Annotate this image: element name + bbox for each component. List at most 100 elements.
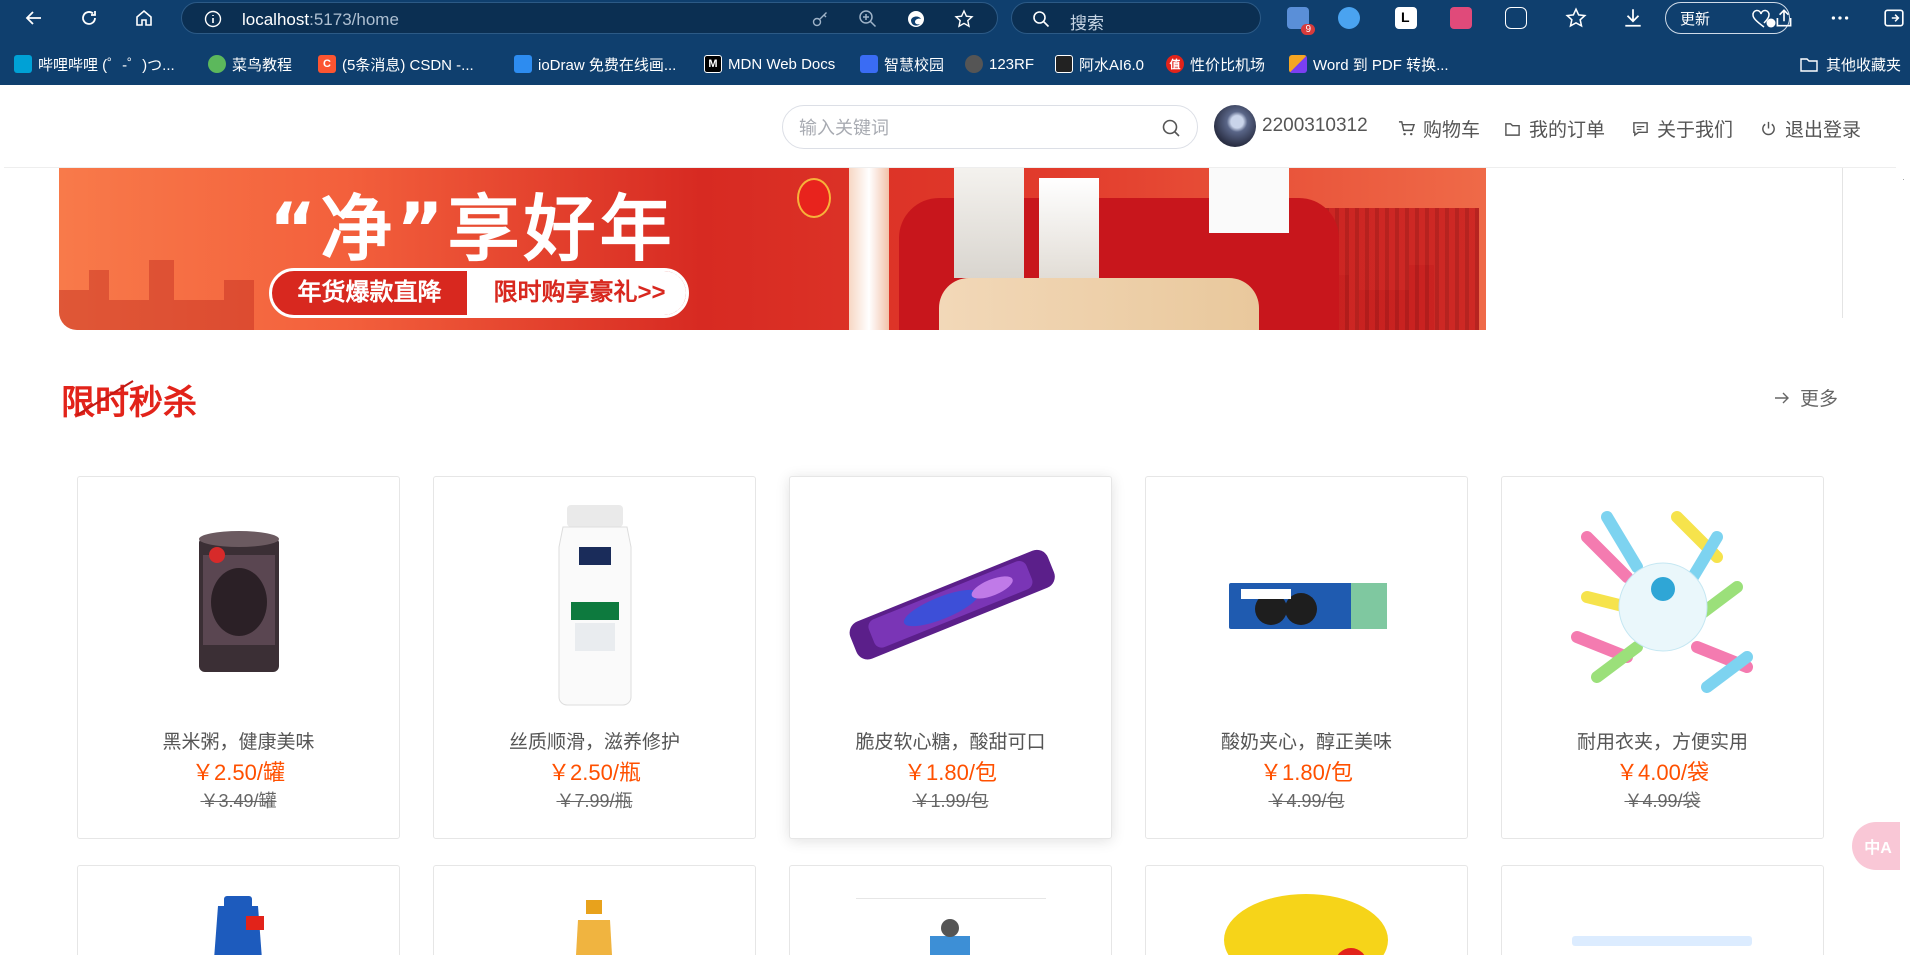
more-label: 更多: [1800, 389, 1839, 410]
scroll-up-icon[interactable]: [1902, 173, 1904, 183]
star-icon[interactable]: [954, 9, 974, 29]
bookmark-item[interactable]: 哔哩哔哩 (゜-゜)つ...: [14, 53, 175, 75]
csdn-icon: C: [318, 55, 336, 73]
reload-button[interactable]: [75, 4, 103, 32]
bookmark-item[interactable]: 123RF: [965, 53, 1034, 75]
product-price: ￥1.80/包: [904, 760, 997, 785]
product-image: [214, 896, 264, 955]
url-text: localhost:5173/home: [242, 10, 399, 29]
product-name: 脆皮软心糖，酸甜可口: [855, 732, 1046, 753]
product-card[interactable]: [789, 865, 1112, 955]
avatar[interactable]: [1214, 105, 1256, 147]
product-card[interactable]: 黑米粥，健康美味 ￥2.50/罐 ￥3.49/罐: [77, 476, 400, 839]
download-icon[interactable]: [1622, 7, 1644, 29]
product-image: [930, 919, 970, 955]
banner-slogan: “净”享好年: [269, 187, 676, 271]
bookmark-item[interactable]: Word 到 PDF 转换...: [1289, 53, 1449, 75]
other-bookmarks-folder[interactable]: 其他收藏夹: [1800, 53, 1901, 75]
strike-decoration: [76, 380, 134, 416]
edge-icon[interactable]: [906, 9, 926, 29]
banner-pillar-decoration: [849, 168, 889, 330]
nav-logout[interactable]: 退出登录: [1760, 115, 1861, 142]
bookmark-item[interactable]: 阿水AI6.0: [1055, 53, 1144, 75]
nav-orders[interactable]: 我的订单: [1504, 115, 1605, 142]
sidebar-toggle-icon[interactable]: [1883, 7, 1905, 29]
zoom-icon[interactable]: [858, 9, 878, 29]
more-link[interactable]: 更多: [1774, 384, 1838, 411]
web-page: “净”享好年 年货爆款直降 限时购享豪礼>> 2200310312 购物车 我的…: [4, 85, 1904, 955]
bookmark-item[interactable]: C (5条消息) CSDN -...: [318, 53, 474, 75]
product-card[interactable]: 耐用衣夹，方便实用 ￥4.00/袋 ￥4.99/袋: [1501, 476, 1824, 839]
product-card[interactable]: [1145, 865, 1468, 955]
product-card[interactable]: 丝质顺滑，滋养修护 ￥2.50/瓶 ￥7.99/瓶: [433, 476, 756, 839]
banner-cta-left: 年货爆款直降: [297, 279, 442, 306]
banner-cta-right: 限时购享豪礼>>: [467, 271, 686, 315]
product-card[interactable]: 脆皮软心糖，酸甜可口 ￥1.80/包 ￥1.99/包: [789, 476, 1112, 839]
carousel-divider: [1842, 168, 1843, 318]
orders-icon: [1505, 123, 1520, 136]
update-label: 更新: [1680, 10, 1711, 28]
browser-search-placeholder: 搜索: [1070, 14, 1104, 33]
product-original-price: ￥3.49/罐: [200, 791, 277, 811]
bookmark-label: 菜鸟教程: [232, 56, 293, 74]
power-icon: [1762, 121, 1775, 136]
search-input[interactable]: [799, 116, 1139, 140]
back-button[interactable]: [20, 4, 48, 32]
nav-cart-label: 购物车: [1423, 120, 1481, 141]
search-icon[interactable]: [1161, 118, 1181, 138]
bookmark-item[interactable]: M MDN Web Docs: [704, 53, 835, 75]
extension-l-icon[interactable]: L: [1395, 7, 1417, 29]
nav-logout-label: 退出登录: [1785, 120, 1862, 141]
message-icon: [1633, 122, 1648, 137]
key-icon[interactable]: [810, 9, 830, 29]
site-header: 2200310312 购物车 我的订单 关于我们 退出登录: [4, 85, 1896, 168]
translate-icon: 中A: [1864, 840, 1892, 857]
banner-cta[interactable]: 年货爆款直降 限时购享豪礼>>: [269, 268, 689, 318]
product-image: [558, 505, 632, 706]
extensions-puzzle-icon[interactable]: [1505, 7, 1527, 29]
favorites-icon[interactable]: [1565, 7, 1587, 29]
product-card[interactable]: [77, 865, 400, 955]
product-card[interactable]: [1501, 865, 1824, 955]
update-button[interactable]: 更新: [1665, 2, 1790, 34]
extension-apps-icon[interactable]: 9: [1287, 7, 1315, 35]
share-icon[interactable]: [1773, 7, 1795, 29]
word-pdf-icon: [1289, 55, 1307, 73]
product-image: [199, 531, 279, 672]
water-purifier-image: [954, 168, 1024, 278]
bookmark-label: 性价比机场: [1190, 56, 1266, 74]
product-name: 丝质顺滑，滋养修护: [508, 732, 680, 753]
bookmark-item[interactable]: 菜鸟教程: [208, 53, 292, 75]
info-icon[interactable]: [204, 10, 222, 28]
nav-cart[interactable]: 购物车: [1398, 115, 1480, 142]
product-price: ￥4.00/袋: [1616, 760, 1709, 785]
bookmark-label: Word 到 PDF 转换...: [1313, 56, 1449, 74]
product-original-price: ￥1.99/包: [912, 791, 989, 811]
bookmark-item[interactable]: ioDraw 免费在线画...: [514, 53, 676, 75]
extension-search-icon[interactable]: [1338, 7, 1360, 29]
bookmark-label: 智慧校园: [884, 56, 945, 74]
section-title: 限时秒杀: [61, 375, 197, 424]
bookmark-item[interactable]: 智慧校园: [860, 53, 944, 75]
home-button[interactable]: [130, 4, 158, 32]
translate-float-button[interactable]: 中A: [1852, 822, 1904, 870]
bookmark-label: 哔哩哔哩 (゜-゜)つ...: [38, 56, 175, 74]
extension-badge: 9: [1301, 24, 1315, 35]
more-menu-icon[interactable]: [1829, 7, 1851, 29]
promo-banner[interactable]: “净”享好年 年货爆款直降 限时购享豪礼>>: [59, 168, 1486, 330]
product-card[interactable]: 酸奶夹心，醇正美味 ￥1.80/包 ￥4.99/包: [1145, 476, 1468, 839]
123rf-icon: [965, 55, 983, 73]
address-bar[interactable]: localhost:5173/home: [181, 2, 998, 34]
product-card[interactable]: [433, 865, 756, 955]
bookmark-item[interactable]: 值性价比机场: [1166, 53, 1265, 75]
username[interactable]: 2200310312: [1262, 115, 1368, 137]
browser-search-box[interactable]: 搜索: [1011, 2, 1261, 34]
reload-icon: [82, 11, 96, 25]
bilibili-icon: [14, 55, 32, 73]
extension-translate-icon[interactable]: [1450, 7, 1472, 29]
runoob-icon: [208, 55, 226, 73]
nav-about[interactable]: 关于我们: [1632, 115, 1733, 142]
product-original-price: ￥4.99/袋: [1624, 791, 1701, 811]
bookmark-label: (5条消息) CSDN -...: [342, 56, 474, 74]
product-name: 黑米粥，健康美味: [162, 732, 315, 753]
